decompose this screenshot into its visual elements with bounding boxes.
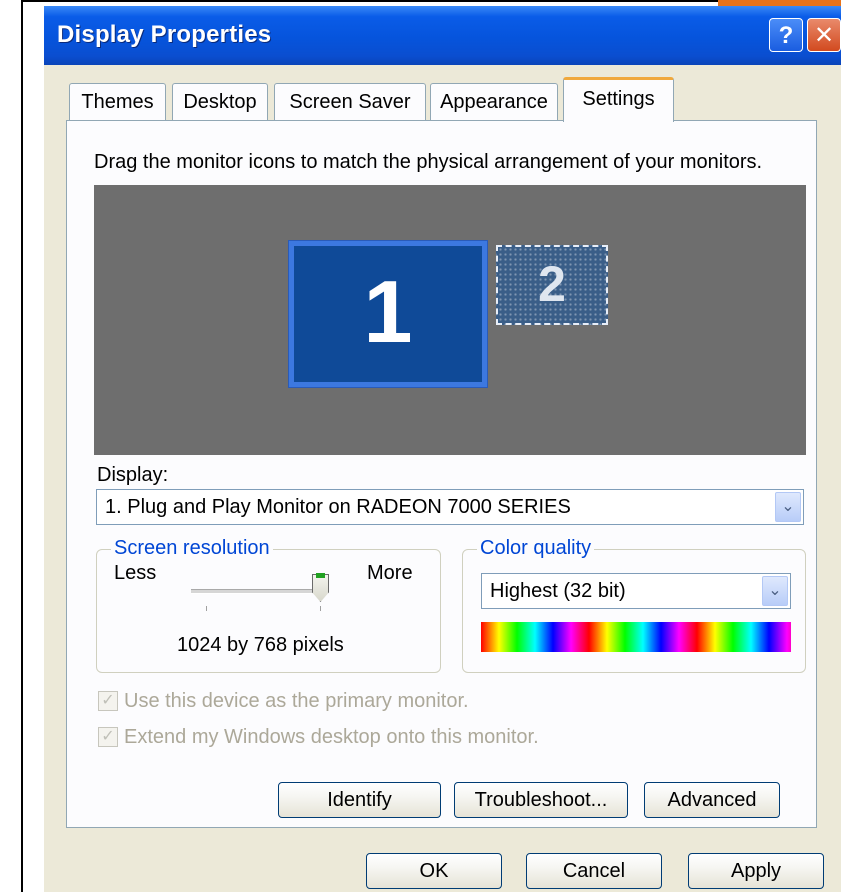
help-icon: ? <box>778 22 794 49</box>
color-quality-value: Highest (32 bit) <box>490 580 626 602</box>
primary-monitor-label: Use this device as the primary monitor. <box>124 690 469 712</box>
settings-panel: Drag the monitor icons to match the phys… <box>66 120 817 828</box>
advanced-button[interactable]: Advanced <box>644 782 780 818</box>
title-bar[interactable]: Display Properties ? ✕ <box>44 6 841 65</box>
slider-tick <box>320 606 321 611</box>
identify-button[interactable]: Identify <box>278 782 441 818</box>
troubleshoot-button[interactable]: Troubleshoot... <box>454 782 628 818</box>
screen-resolution-title: Screen resolution <box>111 537 273 560</box>
color-quality-select[interactable]: Highest (32 bit) ⌄ <box>481 573 791 609</box>
apply-button[interactable]: Apply <box>688 853 824 889</box>
slider-thumb-grip <box>316 573 325 578</box>
extend-desktop-label: Extend my Windows desktop onto this moni… <box>124 726 539 748</box>
tab-desktop[interactable]: Desktop <box>172 83 268 120</box>
resolution-slider-track[interactable] <box>191 589 324 594</box>
color-spectrum-bar <box>481 622 791 652</box>
tab-settings[interactable]: Settings <box>563 77 674 122</box>
ok-button[interactable]: OK <box>366 853 502 889</box>
resolution-slider-thumb[interactable] <box>312 574 329 602</box>
checkmark-icon: ✓ <box>98 727 118 747</box>
screen-edge-left <box>21 0 23 892</box>
resolution-value: 1024 by 768 pixels <box>177 634 344 656</box>
window-title: Display Properties <box>57 21 272 48</box>
resolution-more-label: More <box>367 562 413 584</box>
monitor-arrangement-area[interactable]: 1 2 <box>94 185 806 455</box>
slider-tick <box>206 606 207 611</box>
checkmark-icon: ✓ <box>98 691 118 711</box>
monitor-2[interactable]: 2 <box>496 245 608 325</box>
close-icon: ✕ <box>813 21 835 49</box>
close-button[interactable]: ✕ <box>807 18 841 52</box>
monitor-1[interactable]: 1 <box>288 240 488 388</box>
color-quality-group: Color quality Highest (32 bit) ⌄ <box>462 537 806 673</box>
display-label: Display: <box>97 464 169 486</box>
cancel-button[interactable]: Cancel <box>526 853 662 889</box>
screen-resolution-group: Screen resolution Less More 1024 by 768 … <box>96 537 441 673</box>
display-select-value: 1. Plug and Play Monitor on RADEON 7000 … <box>105 496 571 518</box>
display-select[interactable]: 1. Plug and Play Monitor on RADEON 7000 … <box>96 489 804 525</box>
primary-monitor-checkbox[interactable]: ✓ Use this device as the primary monitor… <box>98 690 518 713</box>
help-button[interactable]: ? <box>769 18 803 52</box>
tab-screen-saver[interactable]: Screen Saver <box>274 83 426 120</box>
extend-desktop-checkbox[interactable]: ✓ Extend my Windows desktop onto this mo… <box>98 726 568 749</box>
chevron-down-icon[interactable]: ⌄ <box>775 492 801 522</box>
display-properties-window: Display Properties ? ✕ Themes Desktop Sc… <box>44 6 841 892</box>
resolution-less-label: Less <box>114 562 157 584</box>
arrangement-instruction: Drag the monitor icons to match the phys… <box>94 151 763 173</box>
color-quality-title: Color quality <box>477 537 595 560</box>
tab-appearance[interactable]: Appearance <box>430 83 558 120</box>
tab-themes[interactable]: Themes <box>69 83 166 120</box>
chevron-down-icon[interactable]: ⌄ <box>762 576 788 606</box>
